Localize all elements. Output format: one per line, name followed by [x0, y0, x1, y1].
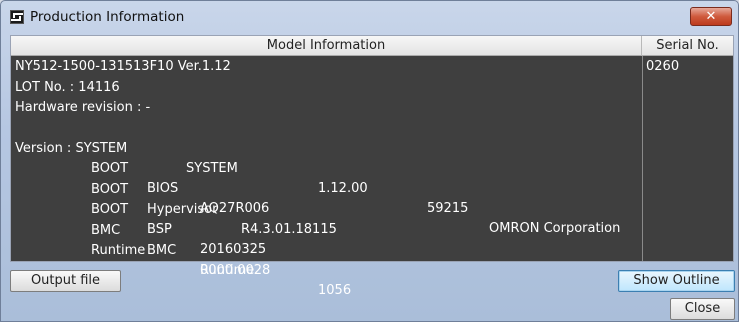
hardware-revision-line: Hardware revision : - — [15, 100, 151, 115]
version-row: Version : SYSTEM SYSTEM 1.12.00 59215 OM… — [15, 119, 640, 236]
production-info-table: Model Information Serial No. NY512-1500-… — [10, 35, 734, 298]
window-close-button[interactable]: ✕ — [690, 7, 732, 26]
version-row: BOOT BIOS AQ27R006 — [15, 139, 640, 216]
version-col3: 1056 — [318, 283, 352, 298]
version-col2: BMC — [147, 242, 177, 258]
close-button[interactable]: Close — [670, 298, 735, 320]
version-row: BOOT Hypervisor R4.3.01.18115 — [15, 160, 640, 237]
version-row: Runtime Runtime 1056 — [15, 221, 640, 298]
output-file-button[interactable]: Output file — [10, 270, 121, 292]
version-row: BOOT BSP 20160325 — [15, 180, 640, 257]
version-col2: Runtime — [200, 263, 255, 278]
model-line: NY512-1500-131513F10 Ver.1.12 — [15, 59, 231, 74]
title-bar[interactable]: Production Information ✕ — [1, 1, 738, 34]
version-row: BMC BMC 0000.0028 — [15, 201, 640, 278]
lot-line: LOT No. : 14116 — [15, 79, 120, 95]
app-window-icon — [10, 10, 24, 24]
window-title: Production Information — [30, 9, 185, 25]
version-col1: Runtime — [91, 243, 146, 258]
header-serial-no[interactable]: Serial No. — [642, 36, 733, 56]
model-information-cell: NY512-1500-131513F10 Ver.1.12 LOT No. : … — [15, 57, 640, 298]
version-col3: 20160325 — [200, 242, 267, 257]
header-model-information[interactable]: Model Information — [11, 36, 642, 56]
column-divider — [642, 56, 643, 261]
production-information-window: Production Information ✕ Model Informati… — [0, 0, 739, 322]
show-outline-button[interactable]: Show Outline — [618, 270, 735, 292]
serial-number-value: 0260 — [646, 59, 680, 74]
